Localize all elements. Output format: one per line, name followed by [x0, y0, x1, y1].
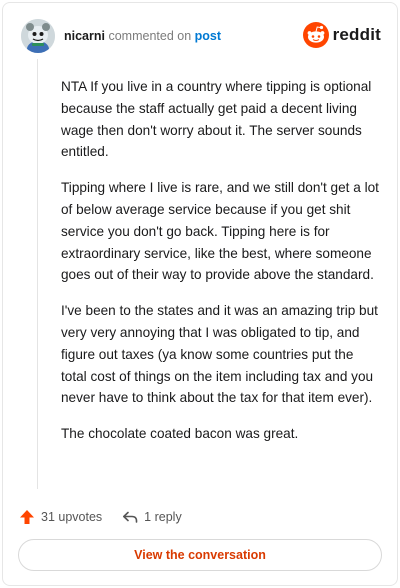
comment-verb: commented on [108, 29, 192, 43]
reddit-wordmark: reddit [332, 25, 381, 44]
comment-paragraph: Tipping where I live is rare, and we sti… [61, 180, 379, 283]
view-conversation-button[interactable]: View the conversation [18, 539, 382, 571]
snoo-avatar-icon [21, 19, 55, 53]
comment-actions: 31 upvotes 1 reply [19, 506, 202, 528]
post-link[interactable]: post [195, 29, 221, 43]
comment-meta: nicarni commented on post [64, 28, 221, 44]
thread-line [37, 59, 38, 489]
comment-paragraph: The chocolate coated bacon was great. [61, 426, 299, 442]
reddit-logo-icon [302, 22, 329, 48]
username-link[interactable]: nicarni [64, 29, 105, 43]
comment-card: nicarni commented on post reddit NTA If … [2, 2, 398, 586]
reply-count: 1 reply [144, 510, 182, 524]
reply-arrow-icon [123, 511, 138, 523]
comment-paragraph: NTA If you live in a country where tippi… [61, 79, 372, 160]
reply-button[interactable]: 1 reply [122, 509, 182, 525]
comment-paragraph: I've been to the states and it was an am… [61, 303, 378, 406]
comment-body: NTA If you live in a country where tippi… [61, 76, 379, 459]
upvote-arrow-icon [20, 510, 34, 524]
comment-header: nicarni commented on post reddit [21, 19, 381, 53]
reddit-brand[interactable]: reddit [302, 20, 381, 50]
user-avatar[interactable] [21, 19, 55, 53]
upvote-button[interactable]: 31 upvotes [19, 509, 102, 525]
upvote-count: 31 upvotes [41, 510, 103, 524]
